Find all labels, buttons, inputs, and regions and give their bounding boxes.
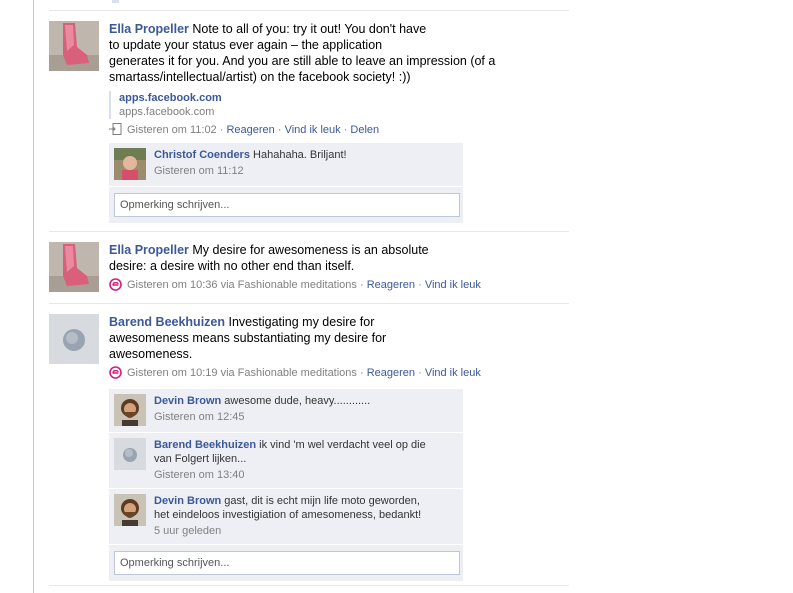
comment-link[interactable]: Reageren	[367, 279, 415, 291]
link-attachment: apps.facebook.com apps.facebook.com	[109, 91, 564, 119]
like-link[interactable]: Vind ik leuk	[425, 279, 481, 291]
message-line: awesomeness.	[109, 347, 193, 361]
comment-list: Devin Brown awesome dude, heavy.........…	[109, 389, 463, 581]
comment-timestamp[interactable]: Gisteren om 11:12	[154, 164, 455, 178]
write-comment-input[interactable]	[114, 193, 460, 217]
comment-item: Barend Beekhuizen ik vind 'm wel verdach…	[109, 433, 463, 489]
story-author-link[interactable]: Barend Beekhuizen	[109, 315, 225, 329]
story-author-link[interactable]: Ella Propeller	[109, 243, 189, 257]
message-line: to update your status ever again – the a…	[109, 38, 383, 52]
profile-photo-boot	[49, 242, 99, 292]
message-line: desire: a desire with no other end than …	[109, 259, 355, 273]
message-line: awesomeness means substantiating my desi…	[109, 331, 387, 345]
story-timestamp[interactable]: Gisteren om 10:19	[127, 367, 218, 379]
comment-link[interactable]: Reageren	[367, 367, 415, 379]
comment-author-link[interactable]: Devin Brown	[154, 495, 221, 507]
share-link[interactable]: Delen	[350, 124, 379, 136]
story-timestamp[interactable]: Gisteren om 11:02	[127, 124, 217, 136]
story-message: Ella Propeller My desire for awesomeness…	[109, 242, 564, 274]
page-left-border	[33, 0, 34, 593]
avatar-barend-beekhuizen[interactable]	[114, 438, 146, 470]
via-app-text[interactable]: via Fashionable meditations	[221, 279, 357, 291]
comment-list: Christof Coenders Hahahaha. Briljant! Gi…	[109, 143, 463, 223]
like-link[interactable]: Vind ik leuk	[285, 124, 341, 136]
message-line: smartass/intellectual/artist) on the fac…	[109, 70, 411, 84]
comment-item: Devin Brown awesome dude, heavy.........…	[109, 389, 463, 433]
story-meta: Gisteren om 10:36 via Fashionable medita…	[109, 278, 564, 295]
comment-item: Devin Brown gast, dit is echt mijn life …	[109, 489, 463, 545]
comment-link[interactable]: Reageren	[226, 124, 274, 136]
profile-photo-snowball	[49, 314, 99, 364]
comment-timestamp[interactable]: Gisteren om 13:40	[154, 468, 455, 482]
shared-link-icon	[109, 123, 122, 140]
story-message: Barend Beekhuizen Investigating my desir…	[109, 314, 564, 362]
story-meta: Gisteren om 10:19 via Fashionable medita…	[109, 366, 564, 383]
separator-dot: ·	[356, 367, 367, 379]
comment-text: awesome dude, heavy............	[224, 395, 371, 407]
comment-author-link[interactable]: Barend Beekhuizen	[154, 439, 256, 451]
message-line: Note to all of you: try it out! You don'…	[192, 22, 427, 36]
comment-timestamp[interactable]: Gisteren om 12:45	[154, 410, 455, 424]
story-author-link[interactable]: Ella Propeller	[109, 22, 189, 36]
separator-dot: ·	[356, 279, 367, 291]
via-app-text[interactable]: via Fashionable meditations	[221, 367, 357, 379]
comment-text: het eindeloos investigiation of amesomen…	[154, 509, 422, 521]
comment-text: Hahahaha. Briljant!	[253, 149, 347, 161]
story-separator	[49, 585, 569, 586]
story-meta: Gisteren om 11:02 · Reageren · Vind ik l…	[109, 123, 564, 140]
profile-photo-boot	[49, 21, 99, 71]
comment-author-link[interactable]: Devin Brown	[154, 395, 221, 407]
comment-timestamp[interactable]: 5 uur geleden	[154, 524, 455, 538]
separator-dot: ·	[216, 124, 227, 136]
app-icon	[109, 278, 122, 295]
avatar-ella-propeller[interactable]	[49, 242, 99, 292]
comment-text: van Folgert lijken...	[154, 453, 247, 465]
comment-composer	[109, 187, 463, 223]
like-link[interactable]: Vind ik leuk	[425, 367, 481, 379]
story-timestamp[interactable]: Gisteren om 10:36	[127, 279, 218, 291]
separator-dot: ·	[274, 124, 285, 136]
story-message: Ella Propeller Note to all of you: try i…	[109, 21, 564, 85]
avatar-barend-beekhuizen[interactable]	[49, 314, 99, 364]
comment-text: gast, dit is echt mijn life moto geworde…	[224, 495, 420, 507]
previous-story-remnant	[112, 0, 119, 3]
comment-item: Christof Coenders Hahahaha. Briljant! Gi…	[109, 143, 463, 187]
story-separator	[49, 231, 569, 232]
message-line: generates it for you. And you are still …	[109, 54, 496, 68]
attachment-title-link[interactable]: apps.facebook.com	[119, 91, 564, 105]
avatar-devin-brown[interactable]	[114, 494, 146, 526]
message-line: Investigating my desire for	[228, 315, 375, 329]
separator-dot: ·	[415, 367, 425, 379]
story-separator	[49, 303, 569, 304]
avatar-christof-coenders[interactable]	[114, 148, 146, 180]
write-comment-input[interactable]	[114, 551, 460, 575]
message-line: My desire for awesomeness is an absolute	[192, 243, 429, 257]
comment-text: ik vind 'm wel verdacht veel op die	[259, 439, 426, 451]
avatar-ella-propeller[interactable]	[49, 21, 99, 71]
story-separator	[49, 10, 569, 11]
attachment-caption: apps.facebook.com	[119, 106, 215, 118]
app-icon	[109, 366, 122, 383]
comment-author-link[interactable]: Christof Coenders	[154, 149, 250, 161]
avatar-devin-brown[interactable]	[114, 394, 146, 426]
separator-dot: ·	[340, 124, 351, 136]
separator-dot: ·	[415, 279, 425, 291]
comment-composer	[109, 545, 463, 581]
